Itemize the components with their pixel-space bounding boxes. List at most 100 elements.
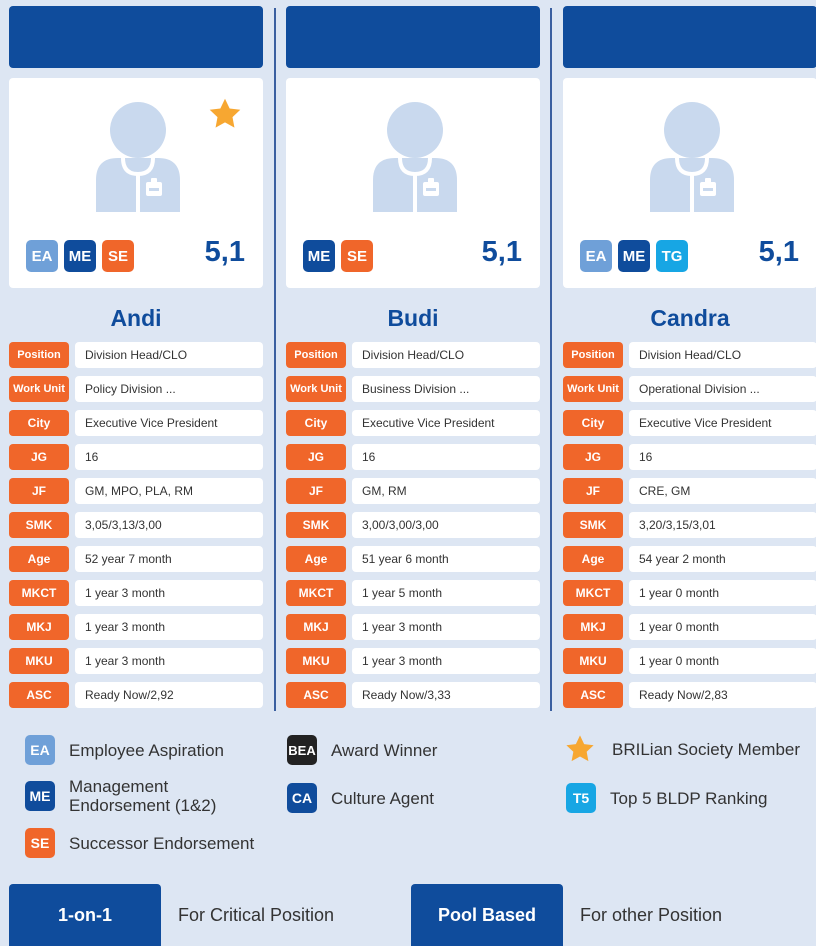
attribute-row: Age 52 year 7 month <box>9 546 263 572</box>
legend-text: Employee Aspiration <box>69 740 224 760</box>
candidate-card[interactable]: ME SE 5,1 <box>286 78 540 288</box>
star-icon <box>566 735 594 762</box>
candidate-name: Candra <box>650 305 730 331</box>
attribute-value: 16 <box>75 444 263 470</box>
attribute-label: MKJ <box>286 614 346 640</box>
candidate-header-bar <box>9 6 263 68</box>
tg-badge-icon: TG <box>656 240 688 272</box>
candidate-card[interactable]: EA ME SE 5,1 <box>9 78 263 288</box>
column-divider <box>550 8 552 711</box>
attribute-label: JG <box>286 444 346 470</box>
attribute-label: SMK <box>286 512 346 538</box>
attribute-row: SMK 3,20/3,15/3,01 <box>563 512 816 538</box>
attribute-label: Position <box>9 342 69 368</box>
legend-item-ea: EA Employee Aspiration <box>25 735 224 765</box>
attribute-value: Division Head/CLO <box>75 342 263 368</box>
me-badge-icon: ME <box>303 240 335 272</box>
attribute-row: Work Unit Business Division ... <box>286 376 540 402</box>
attribute-value: 1 year 5 month <box>352 580 540 606</box>
attribute-value: 52 year 7 month <box>75 546 263 572</box>
attribute-label: JF <box>563 478 623 504</box>
me-badge-icon: ME <box>618 240 650 272</box>
attribute-list: Position Division Head/CLO Work Unit Operat… <box>563 342 816 708</box>
attribute-value: 3,20/3,15/3,01 <box>629 512 816 538</box>
attribute-value: 54 year 2 month <box>629 546 816 572</box>
attribute-value: 16 <box>629 444 816 470</box>
badge-group: EA ME TG <box>580 240 688 272</box>
avatar-icon <box>96 102 180 212</box>
attribute-value: Ready Now/2,83 <box>629 682 816 708</box>
attribute-value: Executive Vice President <box>75 410 263 436</box>
attribute-label: ASC <box>563 682 623 708</box>
attribute-row: Position Division Head/CLO <box>286 342 540 368</box>
legend-item-ca: CA Culture Agent <box>287 783 434 813</box>
attribute-row: ASC Ready Now/2,83 <box>563 682 816 708</box>
column-divider <box>274 8 276 711</box>
attribute-label: Work Unit <box>286 376 346 402</box>
attribute-value: 1 year 0 month <box>629 580 816 606</box>
attribute-value: 1 year 0 month <box>629 614 816 640</box>
pool-based-button[interactable]: Pool Based <box>411 884 563 946</box>
badge-group: ME SE <box>303 240 373 272</box>
attribute-label: City <box>286 410 346 436</box>
legend-item-star: BRILian Society Member <box>564 733 800 765</box>
attribute-label: MKU <box>9 648 69 674</box>
attribute-row: SMK 3,05/3,13/3,00 <box>9 512 263 538</box>
legend-text: Successor Endorsement <box>69 833 255 853</box>
attribute-value: 16 <box>352 444 540 470</box>
attribute-row: City Executive Vice President <box>9 410 263 436</box>
one-on-one-button[interactable]: 1-on-1 <box>9 884 161 946</box>
attribute-label: MKCT <box>563 580 623 606</box>
attribute-row: MKCT 1 year 0 month <box>563 580 816 606</box>
attribute-label: Age <box>563 546 623 572</box>
attribute-label: JF <box>286 478 346 504</box>
footer: 1-on-1 For Critical Position Pool Based … <box>0 884 816 946</box>
attribute-value: 1 year 3 month <box>352 614 540 640</box>
attribute-label: MKU <box>563 648 623 674</box>
attribute-label: City <box>563 410 623 436</box>
attribute-value: 1 year 0 month <box>629 648 816 674</box>
attribute-value: Ready Now/3,33 <box>352 682 540 708</box>
se-badge-icon: SE <box>341 240 373 272</box>
attribute-row: MKJ 1 year 3 month <box>9 614 263 640</box>
attribute-value: Ready Now/2,92 <box>75 682 263 708</box>
legend-text: Culture Agent <box>331 788 435 808</box>
pool-based-description: For other Position <box>580 905 723 925</box>
attribute-row: JG 16 <box>563 444 816 470</box>
ea-badge-icon: EA <box>25 735 55 765</box>
candidate-score: 5,1 <box>204 236 245 268</box>
attribute-label: MKJ <box>9 614 69 640</box>
attribute-value: Business Division ... <box>352 376 540 402</box>
attribute-label: JF <box>9 478 69 504</box>
ea-badge-icon: EA <box>26 240 58 272</box>
attribute-list: Position Division Head/CLO Work Unit Busine… <box>286 342 540 708</box>
attribute-label: MKCT <box>286 580 346 606</box>
attribute-label: ASC <box>9 682 69 708</box>
bea-badge-icon: BEA <box>287 735 317 765</box>
legend-text: Management Endorsement (1&2) <box>69 777 217 815</box>
candidate-header-bar <box>563 6 816 68</box>
attribute-value: GM, RM <box>352 478 540 504</box>
attribute-label: MKJ <box>563 614 623 640</box>
attribute-row: ASC Ready Now/3,33 <box>286 682 540 708</box>
attribute-row: MKJ 1 year 0 month <box>563 614 816 640</box>
attribute-list: Position Division Head/CLO Work Unit Policy… <box>9 342 263 708</box>
attribute-label: SMK <box>9 512 69 538</box>
attribute-label: SMK <box>563 512 623 538</box>
attribute-value: Operational Division ... <box>629 376 816 402</box>
candidate-name: Andi <box>110 305 162 331</box>
me-badge-icon: ME <box>25 781 55 811</box>
attribute-row: MKU 1 year 0 month <box>563 648 816 674</box>
attribute-label: MKCT <box>9 580 69 606</box>
badge-group: EA ME SE <box>26 240 134 272</box>
attribute-row: Work Unit Operational Division ... <box>563 376 816 402</box>
attribute-label: Position <box>286 342 346 368</box>
attribute-row: JF GM, RM <box>286 478 540 504</box>
attribute-value: 1 year 3 month <box>352 648 540 674</box>
se-badge-icon: SE <box>25 828 55 858</box>
avatar-icon <box>650 102 734 212</box>
attribute-value: 51 year 6 month <box>352 546 540 572</box>
attribute-value: Executive Vice President <box>629 410 816 436</box>
candidate-card[interactable]: EA ME TG 5,1 <box>563 78 816 288</box>
attribute-row: JG 16 <box>286 444 540 470</box>
